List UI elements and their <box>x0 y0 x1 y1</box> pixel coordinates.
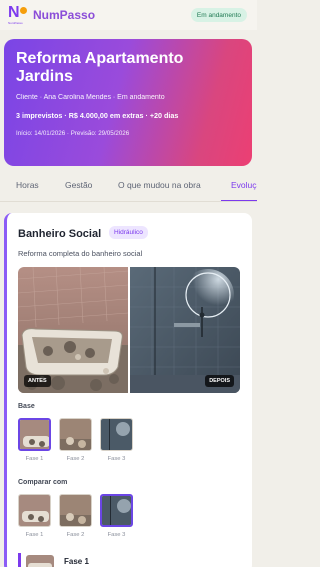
top-bar: N NumPasso NumPasso Em andamento <box>0 0 257 30</box>
tab-evolucao[interactable]: Evolução <box>231 180 257 190</box>
status-badge: Em andamento <box>190 8 247 22</box>
logo-subtext: NumPasso <box>8 21 23 25</box>
before-label: ANTES <box>24 375 51 387</box>
tab-bar: Horas Gestão O que mudou na obra Evoluçã… <box>0 172 257 202</box>
before-image: ANTES <box>18 267 128 393</box>
project-title: Reforma Apartamento Jardins <box>16 50 184 85</box>
room-evolution-card: Banheiro Social Hidráulico Reforma compl… <box>4 213 252 567</box>
phase-timeline-bar <box>18 553 21 567</box>
after-label: DEPOIS <box>205 375 234 387</box>
project-meta: Cliente · Ana Carolina Mendes · Em andam… <box>16 94 165 101</box>
base-section-label: Base <box>18 403 35 410</box>
base-phase-2-caption: Fase 2 <box>66 456 85 462</box>
compare-section-label: Comparar com <box>18 479 68 486</box>
compare-phase-2-caption: Fase 2 <box>66 532 85 538</box>
brand-name: NumPasso <box>33 8 96 22</box>
compare-phase-1-thumb[interactable] <box>18 494 51 527</box>
after-image: DEPOIS <box>130 267 240 393</box>
compare-phase-3-caption: Fase 3 <box>107 532 126 538</box>
tab-gestao[interactable]: Gestão <box>65 180 92 190</box>
room-description: Reforma completa do banheiro social <box>18 249 143 258</box>
tab-horas[interactable]: Horas <box>16 180 39 190</box>
before-after-comparison[interactable]: ANTES DEPOIS <box>18 267 240 393</box>
compare-phase-2-thumb[interactable] <box>59 494 92 527</box>
phase-title: Fase 1 <box>64 557 89 566</box>
compare-phase-1-caption: Fase 1 <box>25 532 44 538</box>
room-title: Banheiro Social <box>18 228 102 240</box>
base-phase-1-caption: Fase 1 <box>25 456 44 462</box>
project-hero-card: Reforma Apartamento Jardins Cliente · An… <box>4 39 252 166</box>
base-phase-3-thumb[interactable] <box>100 418 133 451</box>
phase-list-item[interactable]: Fase 1 <box>18 553 243 567</box>
base-phase-1-thumb[interactable] <box>18 418 51 451</box>
base-phase-3-caption: Fase 3 <box>107 456 126 462</box>
numpasso-logo-icon[interactable]: N NumPasso <box>8 5 30 27</box>
tab-o-que-mudou[interactable]: O que mudou na obra <box>118 180 201 190</box>
phase-thumbnail <box>26 555 54 567</box>
category-tag: Hidráulico <box>109 226 148 239</box>
project-dates: Início: 14/01/2026 · Previsão: 29/05/202… <box>16 130 130 137</box>
base-phase-2-thumb[interactable] <box>59 418 92 451</box>
active-tab-indicator <box>221 200 257 201</box>
compare-phase-3-thumb[interactable] <box>100 494 133 527</box>
project-stats: 3 imprevistos · R$ 4.000,00 em extras · … <box>16 111 179 120</box>
